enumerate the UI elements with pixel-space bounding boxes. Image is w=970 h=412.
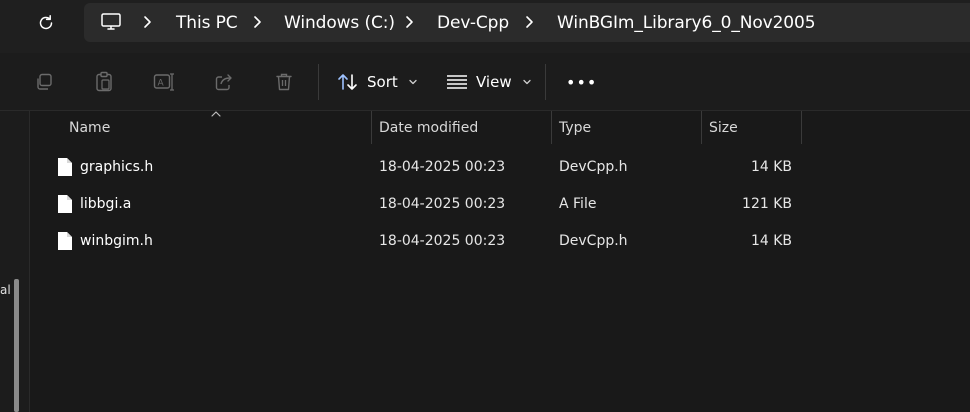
sort-ascending-indicator-icon bbox=[211, 111, 221, 117]
view-button[interactable]: View bbox=[446, 68, 532, 96]
file-type: DevCpp.h bbox=[559, 159, 628, 175]
file-icon bbox=[58, 195, 72, 213]
sort-button[interactable]: Sort bbox=[337, 68, 418, 96]
column-divider[interactable] bbox=[371, 111, 372, 144]
file-date-modified: 18-04-2025 00:23 bbox=[379, 159, 506, 175]
column-header-date-modified[interactable]: Date modified bbox=[379, 111, 549, 144]
toolbar-divider bbox=[318, 64, 319, 100]
chevron-down-icon bbox=[409, 79, 417, 85]
file-date-modified: 18-04-2025 00:23 bbox=[379, 233, 506, 249]
column-header-type[interactable]: Type bbox=[559, 111, 699, 144]
svg-text:A: A bbox=[158, 79, 165, 89]
file-size: 121 KB bbox=[742, 196, 792, 212]
copy-icon bbox=[37, 73, 52, 90]
chevron-right-icon[interactable] bbox=[524, 15, 534, 29]
copy-button[interactable] bbox=[30, 68, 58, 96]
breadcrumb-this-pc[interactable]: This PC bbox=[176, 13, 238, 33]
file-icon bbox=[58, 232, 72, 250]
navigation-item-label[interactable]: al bbox=[0, 283, 11, 297]
file-type: A File bbox=[559, 196, 597, 212]
address-bar[interactable]: This PC Windows (C:) Dev-Cpp WinBGIm_Lib… bbox=[84, 3, 970, 42]
column-divider[interactable] bbox=[701, 111, 702, 144]
chevron-right-icon[interactable] bbox=[404, 15, 414, 29]
rename-icon: A bbox=[153, 73, 174, 91]
rename-button[interactable]: A bbox=[150, 68, 178, 96]
file-name: libbgi.a bbox=[80, 196, 132, 212]
share-button[interactable] bbox=[210, 68, 238, 96]
trash-icon bbox=[276, 73, 292, 91]
details-column-header: Name Date modified Type Size bbox=[31, 111, 970, 144]
chevron-down-icon bbox=[522, 79, 531, 85]
file-explorer-window: This PC Windows (C:) Dev-Cpp WinBGIm_Lib… bbox=[0, 0, 970, 412]
refresh-button[interactable] bbox=[30, 8, 62, 38]
column-header-size[interactable]: Size bbox=[709, 111, 799, 144]
sort-label: Sort bbox=[367, 73, 398, 91]
file-name: winbgim.h bbox=[80, 233, 153, 249]
address-bar-row: This PC Windows (C:) Dev-Cpp WinBGIm_Lib… bbox=[0, 0, 970, 53]
file-row[interactable]: graphics.h 18-04-2025 00:23 DevCpp.h 14 … bbox=[31, 149, 970, 186]
paste-button[interactable] bbox=[90, 68, 118, 96]
file-row[interactable]: winbgim.h 18-04-2025 00:23 DevCpp.h 14 K… bbox=[31, 223, 970, 260]
navigation-pane[interactable]: al bbox=[0, 111, 30, 412]
refresh-icon bbox=[39, 15, 53, 30]
delete-button[interactable] bbox=[270, 68, 298, 96]
view-list-icon bbox=[447, 75, 467, 89]
file-row[interactable]: libbgi.a 18-04-2025 00:23 A File 121 KB bbox=[31, 186, 970, 223]
navigation-scrollbar[interactable] bbox=[14, 279, 19, 412]
paste-icon bbox=[96, 71, 112, 92]
file-date-modified: 18-04-2025 00:23 bbox=[379, 196, 506, 212]
column-divider[interactable] bbox=[551, 111, 552, 144]
breadcrumb-windows-c[interactable]: Windows (C:) bbox=[284, 13, 395, 33]
toolbar-divider bbox=[545, 64, 546, 100]
sort-arrows-icon bbox=[338, 74, 357, 90]
column-divider[interactable] bbox=[801, 111, 802, 144]
computer-icon[interactable] bbox=[100, 12, 122, 32]
file-icon bbox=[58, 158, 72, 176]
file-type: DevCpp.h bbox=[559, 233, 628, 249]
view-label: View bbox=[476, 73, 512, 91]
more-options-button[interactable]: ••• bbox=[566, 68, 597, 96]
file-size: 14 KB bbox=[750, 233, 792, 249]
chevron-right-icon[interactable] bbox=[142, 15, 152, 29]
command-bar: A Sort View ••• bbox=[0, 53, 970, 111]
share-icon bbox=[215, 74, 232, 91]
breadcrumb-current-folder[interactable]: WinBGIm_Library6_0_Nov2005 bbox=[557, 13, 816, 33]
more-options-icon: ••• bbox=[566, 72, 598, 92]
file-name: graphics.h bbox=[80, 159, 154, 175]
file-size: 14 KB bbox=[750, 159, 792, 175]
chevron-right-icon[interactable] bbox=[252, 15, 262, 29]
breadcrumb-dev-cpp[interactable]: Dev-Cpp bbox=[437, 13, 509, 33]
